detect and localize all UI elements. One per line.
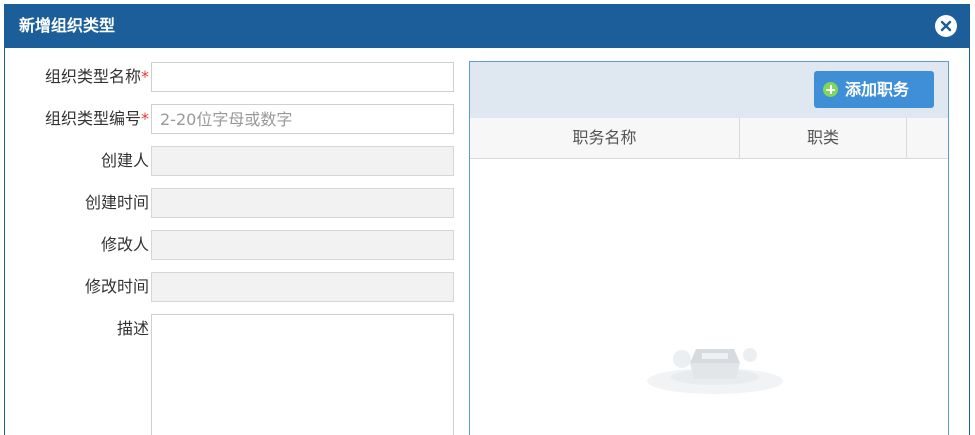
- close-circle-icon: [936, 16, 956, 36]
- org-type-name-input[interactable]: [151, 62, 454, 92]
- add-position-label: 添加职务: [845, 80, 910, 99]
- org-type-name-row: 组织类型名称*: [5, 62, 465, 92]
- modifier-row: 修改人: [5, 230, 465, 260]
- description-textarea[interactable]: [151, 314, 454, 435]
- grid-header: 职务名称 职类: [470, 118, 948, 159]
- org-type-name-label: 组织类型名称*: [44, 67, 149, 86]
- required-mark: *: [141, 67, 149, 86]
- column-header-spacer: [907, 118, 948, 158]
- column-header-position-type[interactable]: 职类: [740, 118, 907, 158]
- creator-input: [151, 146, 454, 176]
- created-time-label: 创建时间: [84, 193, 149, 212]
- positions-grid: 添加职务 职务名称 职类: [469, 61, 949, 435]
- column-header-position-name[interactable]: 职务名称: [470, 118, 740, 158]
- required-mark: *: [141, 109, 149, 128]
- modified-time-input: [151, 272, 454, 302]
- creator-label: 创建人: [100, 151, 149, 170]
- created-time-input: [151, 188, 454, 218]
- close-button[interactable]: [935, 15, 957, 37]
- org-type-code-input[interactable]: [151, 104, 454, 134]
- modifier-label: 修改人: [100, 235, 149, 254]
- org-type-code-row: 组织类型编号*: [5, 104, 465, 134]
- modifier-input: [151, 230, 454, 260]
- dialog-title: 新增组织类型: [19, 16, 116, 35]
- empty-data-illustration-icon: [647, 348, 783, 394]
- add-position-button[interactable]: 添加职务: [814, 71, 934, 108]
- grid-toolbar: 添加职务: [470, 62, 948, 119]
- plus-circle-icon: [823, 82, 838, 97]
- modified-time-row: 修改时间: [5, 272, 465, 302]
- org-type-code-label: 组织类型编号*: [44, 109, 149, 128]
- created-time-row: 创建时间: [5, 188, 465, 218]
- modified-time-label: 修改时间: [84, 277, 149, 296]
- description-label: 描述: [116, 319, 149, 338]
- add-org-type-dialog: 新增组织类型 组织类型名称* 组织类型编号* 创建人 创建时间 修改人 修改时间…: [4, 4, 970, 435]
- creator-row: 创建人: [5, 146, 465, 176]
- dialog-title-bar: 新增组织类型: [5, 5, 969, 48]
